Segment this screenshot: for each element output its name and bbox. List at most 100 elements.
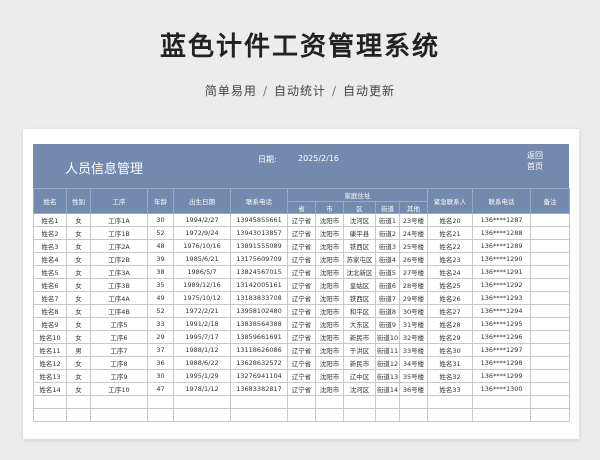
cell-district[interactable]: 铁西区 — [343, 239, 376, 253]
cell-process[interactable] — [90, 408, 148, 422]
cell-emergency-phone[interactable]: 136****1288 — [472, 226, 532, 240]
cell-emergency-phone[interactable]: 136****1291 — [472, 265, 532, 279]
cell-other[interactable]: 33号楼 — [398, 343, 429, 357]
table-row[interactable]: 姓名7 女工序4A 49 1975/10/12 13183833708 辽宁省 沈阳市 铁西区… — [33, 291, 571, 305]
table-row[interactable]: 姓名4 女工序2B 39 1985/6/21 13175609709 辽宁省 沈阳市 苏家屯区… — [33, 252, 571, 266]
cell-other[interactable]: 34号楼 — [398, 356, 429, 370]
cell-phone[interactable]: 13276941104 — [230, 369, 288, 383]
cell-emergency-phone[interactable]: 136****1300 — [472, 382, 532, 396]
cell-gender[interactable]: 女 — [66, 252, 91, 266]
cell-note[interactable] — [530, 408, 571, 422]
cell-city[interactable]: 沈阳市 — [315, 265, 344, 279]
cell-street[interactable]: 街道8 — [375, 304, 400, 318]
cell-emergency[interactable]: 姓名25 — [427, 278, 474, 292]
cell-gender[interactable]: 女 — [66, 369, 91, 383]
table-row[interactable] — [33, 395, 571, 409]
cell-emergency[interactable]: 姓名29 — [427, 330, 474, 344]
cell-name[interactable]: 姓名1 — [33, 213, 67, 227]
cell-process[interactable]: 工序7 — [90, 343, 148, 357]
cell-phone[interactable]: 13175609709 — [230, 252, 288, 266]
cell-province[interactable] — [287, 408, 316, 422]
cell-birth[interactable]: 1972/9/24 — [173, 226, 231, 240]
cell-city[interactable] — [315, 408, 344, 422]
cell-province[interactable]: 辽宁省 — [287, 252, 316, 266]
cell-city[interactable]: 沈阳市 — [315, 317, 344, 331]
cell-district[interactable]: 沈河区 — [343, 213, 376, 227]
cell-gender[interactable]: 女 — [66, 239, 91, 253]
cell-street[interactable]: 街道1 — [375, 213, 400, 227]
cell-other[interactable]: 36号楼 — [398, 382, 429, 396]
cell-emergency[interactable] — [427, 395, 474, 409]
cell-emergency[interactable]: 姓名21 — [427, 226, 474, 240]
cell-name[interactable]: 姓名10 — [33, 330, 67, 344]
cell-gender[interactable]: 女 — [66, 317, 91, 331]
cell-emergency-phone[interactable]: 136****1298 — [472, 356, 532, 370]
cell-city[interactable] — [315, 395, 344, 409]
cell-name[interactable]: 姓名8 — [33, 304, 67, 318]
cell-emergency-phone[interactable]: 136****1290 — [472, 252, 532, 266]
table-row[interactable]: 姓名12 女工序8 36 1988/6/22 13628632572 辽宁省 沈阳市 新民市街… — [33, 356, 571, 370]
cell-process[interactable]: 工序1A — [90, 213, 148, 227]
cell-district[interactable]: 沈北新区 — [343, 265, 376, 279]
cell-process[interactable]: 工序2A — [90, 239, 148, 253]
cell-city[interactable]: 沈阳市 — [315, 213, 344, 227]
cell-district[interactable]: 新民市 — [343, 330, 376, 344]
back-link[interactable]: 返回 — [527, 150, 543, 161]
cell-name[interactable]: 姓名4 — [33, 252, 67, 266]
cell-district[interactable] — [343, 408, 376, 422]
cell-birth[interactable]: 1989/12/16 — [173, 278, 231, 292]
cell-other[interactable]: 30号楼 — [398, 304, 429, 318]
home-link[interactable]: 首页 — [527, 161, 543, 172]
cell-province[interactable] — [287, 395, 316, 409]
header-province[interactable]: 省 — [287, 201, 316, 214]
cell-name[interactable] — [33, 408, 67, 422]
cell-name[interactable]: 姓名5 — [33, 265, 67, 279]
cell-age[interactable]: 30 — [147, 369, 174, 383]
cell-city[interactable]: 沈阳市 — [315, 382, 344, 396]
cell-emergency[interactable]: 姓名24 — [427, 265, 474, 279]
cell-name[interactable]: 姓名11 — [33, 343, 67, 357]
cell-district[interactable] — [343, 395, 376, 409]
cell-phone[interactable]: 13118626086 — [230, 343, 288, 357]
cell-street[interactable]: 街道7 — [375, 291, 400, 305]
cell-note[interactable] — [530, 356, 571, 370]
cell-district[interactable]: 辽中区 — [343, 369, 376, 383]
cell-province[interactable]: 辽宁省 — [287, 317, 316, 331]
cell-process[interactable]: 工序10 — [90, 382, 148, 396]
header-gender[interactable]: 性别 — [66, 188, 91, 214]
cell-name[interactable] — [33, 395, 67, 409]
cell-age[interactable]: 37 — [147, 343, 174, 357]
cell-gender[interactable]: 男 — [66, 343, 91, 357]
cell-name[interactable]: 姓名13 — [33, 369, 67, 383]
cell-birth[interactable]: 1988/1/12 — [173, 343, 231, 357]
cell-process[interactable]: 工序1B — [90, 226, 148, 240]
cell-other[interactable]: 27号楼 — [398, 265, 429, 279]
cell-emergency-phone[interactable]: 136****1296 — [472, 330, 532, 344]
cell-gender[interactable]: 女 — [66, 356, 91, 370]
header-street[interactable]: 街道 — [375, 201, 400, 214]
cell-gender[interactable]: 女 — [66, 330, 91, 344]
cell-name[interactable]: 姓名12 — [33, 356, 67, 370]
cell-street[interactable]: 街道2 — [375, 226, 400, 240]
cell-phone[interactable]: 13142005161 — [230, 278, 288, 292]
cell-emergency[interactable]: 姓名26 — [427, 291, 474, 305]
cell-age[interactable]: 29 — [147, 330, 174, 344]
cell-emergency[interactable]: 姓名28 — [427, 317, 474, 331]
cell-other[interactable]: 28号楼 — [398, 278, 429, 292]
header-birth[interactable]: 出生日期 — [173, 188, 231, 214]
cell-phone[interactable]: 13683382817 — [230, 382, 288, 396]
cell-emergency-phone[interactable]: 136****1289 — [472, 239, 532, 253]
cell-other[interactable]: 32号楼 — [398, 330, 429, 344]
cell-emergency[interactable]: 姓名30 — [427, 343, 474, 357]
header-emergency-phone[interactable]: 联系电话 — [472, 188, 532, 214]
cell-emergency-phone[interactable]: 136****1295 — [472, 317, 532, 331]
table-row[interactable] — [33, 408, 571, 422]
cell-gender[interactable]: 女 — [66, 304, 91, 318]
table-row[interactable]: 姓名9 女工序5 33 1991/2/18 13838564388 辽宁省 沈阳市 大东区 街道… — [33, 317, 571, 331]
table-row[interactable]: 姓名13 女工序9 30 1995/1/29 13276941104 辽宁省 沈阳市 辽中区街… — [33, 369, 571, 383]
cell-note[interactable] — [530, 278, 571, 292]
cell-other[interactable]: 25号楼 — [398, 239, 429, 253]
cell-emergency-phone[interactable]: 136****1294 — [472, 304, 532, 318]
cell-other[interactable]: 31号楼 — [398, 317, 429, 331]
cell-street[interactable]: 街道5 — [375, 265, 400, 279]
